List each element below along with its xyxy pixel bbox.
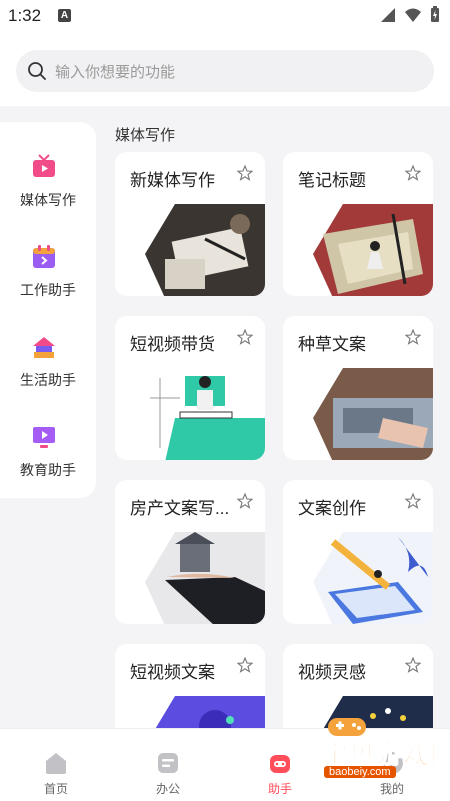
card-title: 视频灵感 (298, 663, 366, 682)
card-title: 种草文案 (298, 335, 366, 354)
card-title: 房产文案写... (130, 499, 230, 518)
calendar-icon (33, 245, 55, 268)
star-icon[interactable] (405, 165, 421, 181)
site-watermark: 宝贝游戏网 baobeiy.com (300, 712, 450, 782)
sidebar-item-education-assistant[interactable]: 教育助手 (0, 406, 96, 486)
tab-home[interactable]: 首页 (0, 729, 112, 801)
battery-icon (431, 6, 439, 22)
feature-card[interactable]: 文案创作 (283, 480, 433, 624)
assistant-robot-icon (270, 755, 290, 773)
star-icon[interactable] (237, 657, 253, 673)
star-icon[interactable] (405, 493, 421, 509)
house-in-hand-illustration (145, 532, 265, 624)
card-title: 短视频带货 (130, 335, 215, 354)
sidebar-item-media-writing[interactable]: 媒体写作 (0, 136, 96, 216)
status-bar: 1:32 A (0, 0, 450, 34)
feature-card[interactable]: 新媒体写作 (115, 152, 265, 296)
search-icon (28, 62, 46, 80)
category-sidebar: 媒体写作 工作助手 生活助手 教育助手 (0, 122, 96, 498)
sidebar-item-label: 工作助手 (20, 282, 76, 298)
card-title: 新媒体写作 (130, 171, 215, 190)
office-doc-icon (158, 753, 178, 773)
copywriting-pencil-illustration (313, 532, 433, 624)
sidebar-item-label: 生活助手 (20, 372, 76, 388)
tab-label: 首页 (43, 782, 68, 796)
star-icon[interactable] (405, 657, 421, 673)
system-icons (380, 6, 440, 23)
tab-label: 办公 (155, 782, 180, 796)
feature-card[interactable]: 种草文案 (283, 316, 433, 460)
writing-desk-illustration (145, 204, 265, 296)
feature-card[interactable]: 短视频带货 (115, 316, 265, 460)
section-title: 媒体写作 (115, 127, 176, 144)
search-placeholder[interactable]: 输入你想要的功能 (55, 61, 175, 82)
header: 输入你想要的功能 (0, 34, 450, 106)
play-screen-icon (33, 427, 55, 448)
house-icon (33, 337, 55, 358)
card-title: 文案创作 (298, 499, 366, 518)
star-icon[interactable] (237, 493, 253, 509)
sidebar-item-label: 媒体写作 (20, 192, 76, 208)
star-icon[interactable] (237, 329, 253, 345)
star-icon[interactable] (237, 165, 253, 181)
feature-card[interactable]: 房产文案写... (115, 480, 265, 624)
card-title: 短视频文案 (130, 663, 215, 682)
wifi-icon (405, 8, 421, 22)
notebook-reader-illustration (313, 204, 433, 296)
app-notification-icon: A (58, 9, 71, 22)
status-time: 1:32 (8, 6, 42, 25)
star-icon[interactable] (405, 329, 421, 345)
tab-office[interactable]: 办公 (112, 729, 224, 801)
tab-label: 我的 (379, 782, 404, 796)
home-icon (46, 753, 66, 774)
sidebar-item-label: 教育助手 (20, 462, 76, 478)
laptop-typing-illustration (313, 368, 433, 460)
sidebar-item-life-assistant[interactable]: 生活助手 (0, 316, 96, 396)
sidebar-item-work-assistant[interactable]: 工作助手 (0, 226, 96, 306)
feature-card[interactable]: 笔记标题 (283, 152, 433, 296)
live-selling-illustration (150, 376, 265, 460)
watermark-url: baobeiy.com (324, 766, 396, 778)
card-title: 笔记标题 (298, 171, 366, 190)
tab-label: 助手 (267, 782, 292, 796)
media-tv-icon (33, 154, 55, 177)
signal-cell-icon (381, 7, 395, 22)
search-bar[interactable]: 输入你想要的功能 (16, 50, 434, 92)
